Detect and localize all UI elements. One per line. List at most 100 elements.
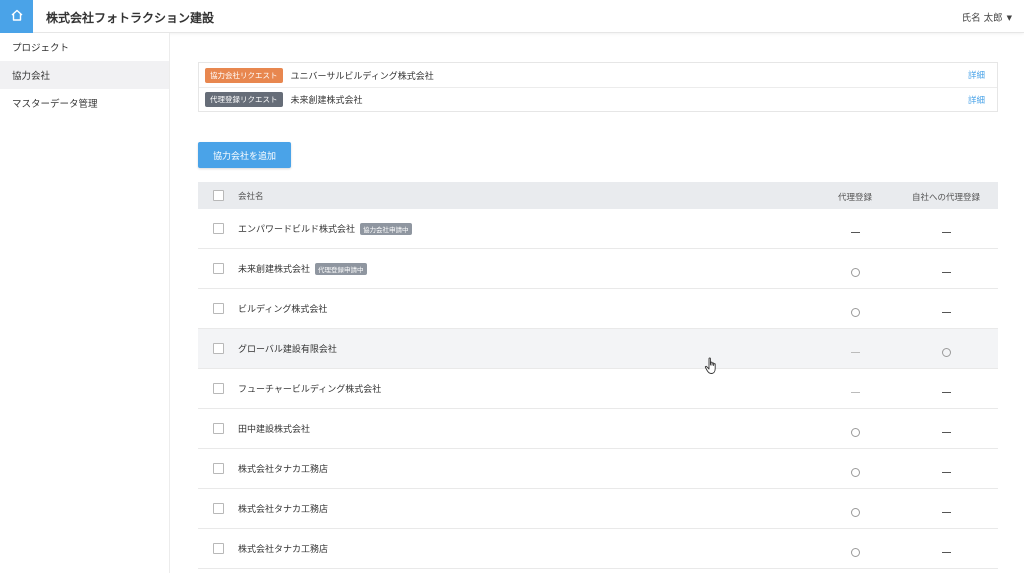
- company-name-cell: 株式会社タナカ工務店: [238, 502, 328, 515]
- hand-cursor-icon: [704, 357, 720, 375]
- header-self-proxy: 自社への代理登録: [911, 193, 980, 203]
- proxy-status-cell: [818, 382, 892, 401]
- circle-icon: [850, 428, 860, 437]
- table-row[interactable]: ビルディング株式会社: [198, 289, 998, 329]
- sidebar-item-projects[interactable]: プロジェクト: [0, 33, 169, 61]
- add-partner-button[interactable]: 協力会社を追加: [198, 142, 291, 168]
- self-proxy-status-cell: [898, 462, 994, 481]
- company-name-cell: 株式会社タナカ工務店: [238, 542, 328, 555]
- table-row[interactable]: 株式会社タナカ工務店: [198, 529, 998, 569]
- self-proxy-status-cell: [898, 222, 994, 241]
- row-checkbox[interactable]: [213, 343, 224, 354]
- table-row[interactable]: 株式会社タナカ工務店: [198, 449, 998, 489]
- detail-link[interactable]: 詳細: [968, 69, 985, 81]
- user-name: 氏名 太郎: [961, 13, 1003, 24]
- dash-icon: [941, 311, 951, 314]
- app-title: 株式会社フォトラクション建設: [46, 11, 215, 25]
- self-proxy-status-cell: [898, 302, 994, 321]
- top-header: 株式会社フォトラクション建設 氏名 太郎 ▼: [0, 0, 1024, 33]
- company-name-cell: 株式会社タナカ工務店: [238, 462, 328, 475]
- company-name[interactable]: ビルディング株式会社: [238, 302, 327, 315]
- circle-icon: [850, 468, 860, 477]
- dash-icon: [941, 511, 951, 514]
- self-proxy-status-cell: [898, 422, 994, 441]
- proxy-status-cell: [818, 222, 892, 241]
- sidebar-item-partners[interactable]: 協力会社: [0, 61, 169, 89]
- proxy-status-cell: [818, 342, 892, 361]
- company-name[interactable]: グローバル建設有限会社: [238, 342, 337, 355]
- dash-icon: [850, 391, 860, 394]
- table-row[interactable]: 未来創建株式会社 代理登録申請中: [198, 249, 998, 289]
- row-checkbox[interactable]: [213, 503, 224, 514]
- row-checkbox[interactable]: [213, 423, 224, 434]
- notice-company: ユニバーサルビルディング株式会社: [290, 71, 434, 82]
- home-icon: [10, 7, 24, 26]
- company-name[interactable]: フューチャービルディング株式会社: [238, 382, 381, 395]
- self-proxy-status-cell: [898, 502, 994, 521]
- sidebar-item-master-data[interactable]: マスターデータ管理: [0, 89, 169, 117]
- notice-row: 協力会社リクエスト ユニバーサルビルディング株式会社 詳細: [199, 63, 997, 87]
- table-row[interactable]: エンパワードビルド株式会社 協力会社申請中: [198, 209, 998, 249]
- proxy-status-cell: [818, 422, 892, 441]
- table-row[interactable]: フューチャービルディング株式会社: [198, 369, 998, 409]
- company-name[interactable]: 株式会社タナカ工務店: [238, 502, 328, 515]
- proxy-status-cell: [818, 302, 892, 321]
- request-tag: 代理登録リクエスト: [205, 92, 283, 107]
- dash-icon: [850, 351, 860, 354]
- proxy-status-cell: [818, 542, 892, 561]
- company-name[interactable]: 未来創建株式会社: [238, 262, 310, 275]
- company-name-cell: エンパワードビルド株式会社 協力会社申請中: [238, 222, 412, 235]
- sidebar-item-label: マスターデータ管理: [12, 99, 98, 110]
- header-company-name: 会社名: [238, 192, 264, 202]
- dash-icon: [941, 271, 951, 274]
- company-name[interactable]: エンパワードビルド株式会社: [238, 222, 355, 235]
- row-checkbox[interactable]: [213, 263, 224, 274]
- dash-icon: [941, 471, 951, 474]
- table-row[interactable]: 田中建設株式会社: [198, 409, 998, 449]
- proxy-status-cell: [818, 502, 892, 521]
- proxy-status-cell: [818, 262, 892, 281]
- row-checkbox[interactable]: [213, 543, 224, 554]
- dash-icon: [850, 231, 860, 234]
- company-name-cell: 田中建設株式会社: [238, 422, 310, 435]
- row-checkbox[interactable]: [213, 463, 224, 474]
- company-name-cell: 未来創建株式会社 代理登録申請中: [238, 262, 367, 275]
- sidebar-item-label: プロジェクト: [12, 43, 70, 54]
- status-badge: 協力会社申請中: [360, 222, 412, 235]
- company-name[interactable]: 株式会社タナカ工務店: [238, 542, 328, 555]
- partners-table: 会社名 代理登録 自社への代理登録 エンパワードビルド株式会社 協力会社申請中 未来…: [198, 182, 998, 569]
- dash-icon: [941, 431, 951, 434]
- dash-icon: [941, 231, 951, 234]
- self-proxy-status-cell: [898, 342, 994, 361]
- company-name-cell: フューチャービルディング株式会社: [238, 382, 381, 395]
- company-name-cell: ビルディング株式会社: [238, 302, 327, 315]
- app-root: 株式会社フォトラクション建設 氏名 太郎 ▼ プロジェクト 協力会社 マスターデー…: [0, 0, 1024, 573]
- row-checkbox[interactable]: [213, 383, 224, 394]
- row-checkbox[interactable]: [213, 303, 224, 314]
- home-button[interactable]: [0, 0, 33, 33]
- circle-icon: [850, 308, 860, 317]
- self-proxy-status-cell: [898, 382, 994, 401]
- circle-icon: [850, 508, 860, 517]
- circle-icon: [850, 268, 860, 277]
- dash-icon: [941, 551, 951, 554]
- self-proxy-status-cell: [898, 262, 994, 281]
- company-name-cell: グローバル建設有限会社: [238, 342, 337, 355]
- user-menu[interactable]: 氏名 太郎 ▼: [962, 10, 1012, 24]
- sidebar-item-label: 協力会社: [12, 71, 51, 82]
- circle-icon: [850, 548, 860, 557]
- table-row[interactable]: 株式会社タナカ工務店: [198, 489, 998, 529]
- company-name[interactable]: 田中建設株式会社: [238, 422, 310, 435]
- chevron-down-icon: ▼: [1006, 14, 1012, 22]
- select-all-checkbox[interactable]: [213, 190, 224, 201]
- request-tag: 協力会社リクエスト: [205, 67, 283, 83]
- row-checkbox[interactable]: [213, 223, 224, 234]
- sidebar: プロジェクト 協力会社 マスターデータ管理: [0, 33, 170, 573]
- company-name[interactable]: 株式会社タナカ工務店: [238, 462, 328, 475]
- request-notices: 協力会社リクエスト ユニバーサルビルディング株式会社 詳細 代理登録リクエスト …: [198, 62, 998, 112]
- dash-icon: [941, 391, 951, 394]
- table-row[interactable]: グローバル建設有限会社: [198, 329, 998, 369]
- notice-row: 代理登録リクエスト 未来創建株式会社 詳細: [199, 87, 997, 111]
- detail-link[interactable]: 詳細: [968, 94, 985, 106]
- proxy-status-cell: [818, 462, 892, 481]
